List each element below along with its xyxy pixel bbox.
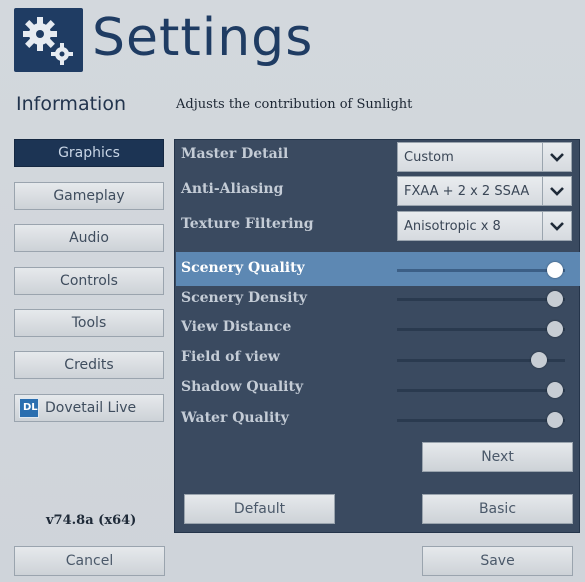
- next-label: Next: [481, 449, 514, 465]
- cancel-label: Cancel: [65, 553, 114, 569]
- water-quality-knob[interactable]: [547, 412, 563, 428]
- master-detail-label: Master Detail: [181, 146, 289, 162]
- nav-controls-label: Controls: [60, 273, 118, 289]
- view-distance-slider[interactable]: [397, 328, 565, 331]
- field-of-view-knob[interactable]: [531, 352, 547, 368]
- texture-filtering-value: Anisotropic x 8: [404, 219, 501, 234]
- nav-credits-button[interactable]: Credits: [14, 351, 164, 379]
- anti-aliasing-label: Anti-Aliasing: [181, 181, 284, 197]
- nav-dovetail-live-button[interactable]: DL Dovetail Live: [14, 394, 164, 422]
- field-of-view-label: Field of view: [181, 349, 280, 365]
- nav-graphics-button[interactable]: Graphics: [14, 139, 164, 167]
- scenery-density-knob[interactable]: [547, 291, 563, 307]
- view-distance-label: View Distance: [181, 319, 292, 335]
- scenery-density-label: Scenery Density: [181, 290, 308, 306]
- nav-tools-label: Tools: [71, 315, 107, 331]
- version-text: v74.8a (x64): [46, 513, 137, 528]
- basic-button[interactable]: Basic: [422, 494, 573, 524]
- scenery-quality-label: Scenery Quality: [181, 260, 305, 276]
- chevron-down-icon[interactable]: [542, 177, 571, 205]
- nav-gameplay-button[interactable]: Gameplay: [14, 182, 164, 210]
- section-title: Information: [16, 93, 126, 115]
- chevron-down-icon[interactable]: [542, 212, 571, 240]
- default-button[interactable]: Default: [184, 494, 335, 524]
- nav-audio-label: Audio: [69, 230, 109, 246]
- scenery-density-slider[interactable]: [397, 298, 565, 301]
- cancel-button[interactable]: Cancel: [14, 546, 165, 576]
- water-quality-label: Water Quality: [181, 410, 289, 426]
- chevron-down-icon[interactable]: [542, 143, 571, 171]
- anti-aliasing-dropdown[interactable]: FXAA + 2 x 2 SSAA: [397, 176, 572, 206]
- nav-controls-button[interactable]: Controls: [14, 267, 164, 295]
- setting-description: Adjusts the contribution of Sunlight: [176, 97, 413, 112]
- gears-icon: [14, 8, 83, 72]
- basic-label: Basic: [478, 501, 517, 517]
- nav-tools-button[interactable]: Tools: [14, 309, 164, 337]
- shadow-quality-label: Shadow Quality: [181, 379, 304, 395]
- view-distance-knob[interactable]: [547, 321, 563, 337]
- dovetail-live-icon: DL: [19, 398, 39, 418]
- page-title: Settings: [92, 8, 314, 68]
- texture-filtering-dropdown[interactable]: Anisotropic x 8: [397, 211, 572, 241]
- save-button[interactable]: Save: [422, 546, 573, 576]
- master-detail-dropdown[interactable]: Custom: [397, 142, 572, 172]
- nav-credits-label: Credits: [64, 357, 114, 373]
- shadow-quality-knob[interactable]: [547, 382, 563, 398]
- nav-gameplay-label: Gameplay: [53, 188, 125, 204]
- anti-aliasing-value: FXAA + 2 x 2 SSAA: [404, 184, 530, 199]
- next-button[interactable]: Next: [422, 442, 573, 472]
- texture-filtering-label: Texture Filtering: [181, 216, 314, 232]
- nav-graphics-label: Graphics: [58, 145, 120, 161]
- shadow-quality-slider[interactable]: [397, 389, 565, 392]
- water-quality-slider[interactable]: [397, 419, 565, 422]
- scenery-quality-slider[interactable]: [397, 269, 565, 272]
- nav-dovetail-live-label: Dovetail Live: [45, 400, 137, 416]
- nav-audio-button[interactable]: Audio: [14, 224, 164, 252]
- scenery-quality-knob[interactable]: [547, 262, 563, 278]
- master-detail-value: Custom: [404, 150, 454, 165]
- save-label: Save: [480, 553, 515, 569]
- default-label: Default: [233, 501, 286, 517]
